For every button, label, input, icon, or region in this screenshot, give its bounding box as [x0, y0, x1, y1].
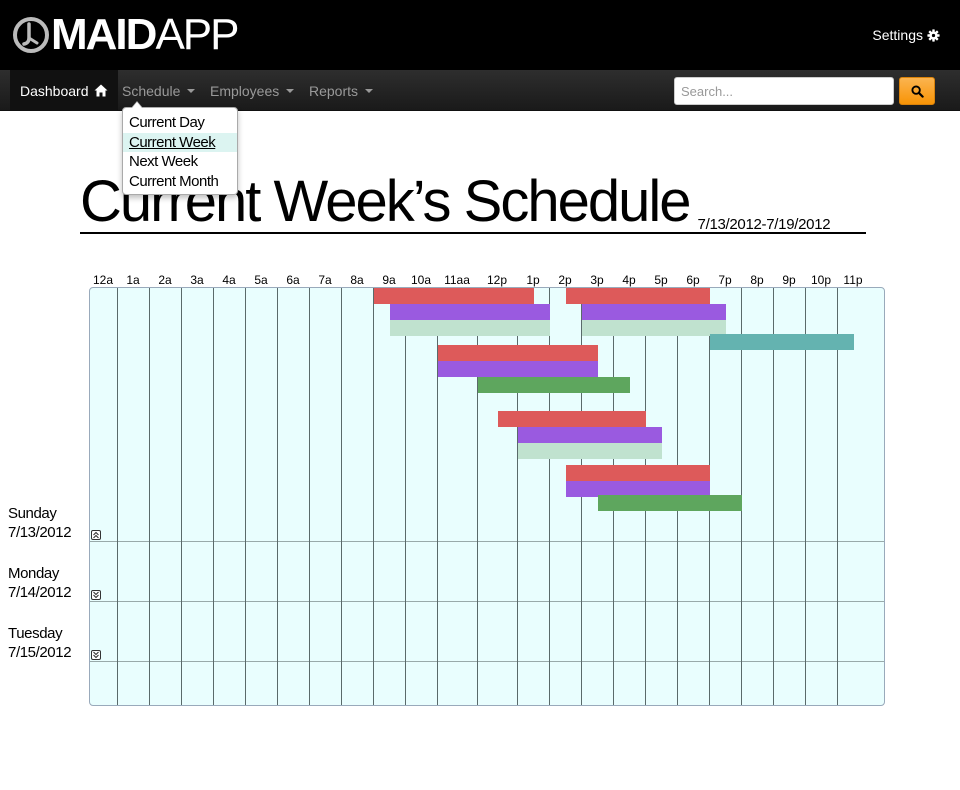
hour-label: 11p — [843, 273, 863, 287]
day-label-tuesday: Tuesday 7/15/2012 — [8, 624, 72, 662]
home-icon — [94, 84, 107, 97]
menu-item-current-day[interactable]: Current Day — [123, 113, 237, 133]
shift-bar[interactable] — [438, 361, 598, 377]
shift-bar[interactable] — [582, 304, 726, 320]
expand-day-button[interactable] — [91, 590, 101, 600]
hour-gridline — [117, 288, 118, 705]
day-divider — [90, 601, 884, 602]
shift-bar[interactable] — [598, 495, 742, 511]
nav-dashboard[interactable]: Dashboard — [10, 70, 118, 111]
gear-icon — [927, 28, 940, 42]
hour-gridline — [773, 288, 774, 705]
chevron-down-icon — [187, 88, 196, 93]
shift-bar[interactable] — [518, 427, 662, 443]
day-name: Sunday — [8, 505, 57, 522]
hour-gridline — [277, 288, 278, 705]
day-date: 7/14/2012 — [8, 584, 72, 601]
expand-day-button[interactable] — [91, 650, 101, 660]
day-date: 7/13/2012 — [8, 524, 72, 541]
double-chevron-up-icon — [93, 531, 99, 539]
logo-text-light: APP — [155, 10, 239, 59]
hour-label: 10a — [410, 273, 432, 287]
hour-gridline — [309, 288, 310, 705]
hour-gridline — [181, 288, 182, 705]
hour-gridline — [149, 288, 150, 705]
shift-bar[interactable] — [498, 411, 646, 427]
hour-gridline — [837, 288, 838, 705]
menu-item-label: Next Week — [129, 153, 198, 170]
schedule-grid — [89, 287, 885, 706]
shift-bar[interactable] — [566, 465, 710, 481]
day-date: 7/15/2012 — [8, 644, 72, 661]
double-chevron-down-icon — [93, 651, 99, 659]
settings-label: Settings — [872, 27, 923, 43]
shift-bar[interactable] — [390, 320, 550, 336]
search-input[interactable] — [674, 77, 894, 105]
double-chevron-down-icon — [93, 591, 99, 599]
shift-bar[interactable] — [582, 320, 726, 336]
nav-reports[interactable]: Reports — [309, 70, 374, 111]
logo-text: MAIDAPP — [51, 10, 239, 60]
shift-bar[interactable] — [374, 288, 534, 304]
top-bar: MAIDAPP Settings — [0, 0, 960, 70]
shift-bar[interactable] — [478, 377, 630, 393]
search-button[interactable] — [899, 77, 935, 105]
date-range: 7/13/2012-7/19/2012 — [697, 216, 831, 233]
day-label-sunday: Sunday 7/13/2012 — [8, 504, 72, 542]
nav-schedule-label: Schedule — [122, 82, 181, 99]
hour-gridline — [405, 288, 406, 705]
search-icon — [910, 84, 924, 98]
schedule-dropdown-menu: Current Day Current Week Next Week Curre… — [122, 101, 238, 195]
nav-reports-label: Reports — [309, 82, 359, 99]
shift-bar[interactable] — [438, 345, 598, 361]
maidapp-logo[interactable]: MAIDAPP — [12, 10, 239, 60]
menu-item-current-month[interactable]: Current Month — [123, 172, 237, 192]
menu-item-current-week[interactable]: Current Week — [123, 132, 237, 152]
hour-gridline — [213, 288, 214, 705]
nav-dashboard-label: Dashboard — [20, 82, 89, 99]
shift-bar[interactable] — [566, 288, 710, 304]
hour-gridline — [805, 288, 806, 705]
hour-label: 11aa — [444, 273, 470, 287]
menu-item-next-week[interactable]: Next Week — [123, 152, 237, 172]
day-name: Tuesday — [8, 625, 63, 642]
shift-bar[interactable] — [710, 334, 854, 350]
shift-bar[interactable] — [518, 443, 662, 459]
menu-item-label: Current Week — [129, 133, 216, 151]
logo-text-bold: MAID — [51, 10, 157, 59]
hour-gridline — [373, 288, 374, 705]
settings-link[interactable]: Settings — [872, 27, 940, 43]
day-label-monday: Monday 7/14/2012 — [8, 564, 72, 602]
day-divider — [90, 661, 884, 662]
menu-item-label: Current Day — [129, 114, 205, 131]
shift-bar[interactable] — [390, 304, 550, 320]
nav-employees-label: Employees — [210, 82, 280, 99]
hour-axis: 12a 1a 2a 3a 4a 5a 6a 7a 8a 9a 10a 11aa 12p 1p 2p 3p 4p 5… — [0, 272, 960, 288]
nav-employees[interactable]: Employees — [210, 70, 295, 111]
hour-gridline — [245, 288, 246, 705]
chevron-down-icon — [286, 88, 295, 93]
hour-gridline — [341, 288, 342, 705]
clock-logo-icon — [13, 17, 49, 53]
day-name: Monday — [8, 565, 59, 582]
chevron-down-icon — [365, 88, 374, 93]
main-navbar: Dashboard Schedule Employees Reports — [0, 70, 960, 111]
hour-label: 12p — [486, 273, 508, 287]
day-divider — [90, 541, 884, 542]
menu-item-label: Current Month — [129, 172, 219, 190]
collapse-day-button[interactable] — [91, 530, 101, 540]
